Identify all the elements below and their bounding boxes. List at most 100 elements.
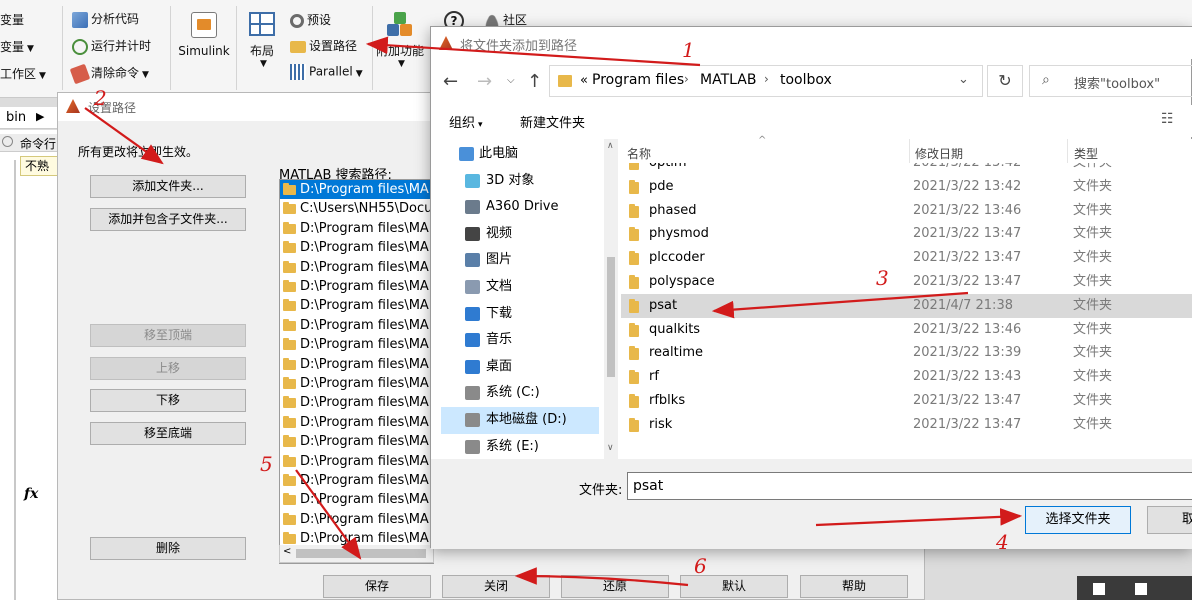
navigation-tree[interactable]: 此电脑 3D 对象 A360 Drive 视频 图片 文档 下载 音乐 桌面 系统 (C:) 本地磁…	[441, 139, 604, 459]
revert-button[interactable]: 还原	[561, 575, 669, 598]
search-path-list[interactable]: D:\Program files\MA C:\Users\NH55\Docu D:\…	[279, 179, 434, 564]
path-list-item[interactable]: D:\Program files\MA	[280, 413, 433, 432]
chevron-down-icon[interactable]: ⌄	[958, 72, 969, 87]
breadcrumb-program-files[interactable]: Program files	[592, 72, 684, 88]
new-folder-button[interactable]: 新建文件夹	[520, 112, 585, 131]
current-folder-bar[interactable]: bin ▶	[0, 107, 60, 129]
file-row[interactable]: optim 2021/3/22 13:42 文件夹	[621, 163, 1192, 175]
path-list-item[interactable]: D:\Program files\MA	[280, 316, 433, 335]
select-folder-button[interactable]: 选择文件夹	[1025, 506, 1131, 534]
tree-item[interactable]: A360 Drive	[441, 194, 599, 221]
move-down-button[interactable]: 下移	[90, 389, 246, 412]
move-to-bottom-button[interactable]: 移至底端	[90, 422, 246, 445]
tree-item[interactable]: 视频	[441, 221, 599, 248]
add-with-subfolders-button[interactable]: 添加并包含子文件夹...	[90, 208, 246, 231]
file-list[interactable]: optim 2021/3/22 13:42 文件夹 pde 2021/3/22 13:4…	[621, 163, 1192, 459]
analyze-code-button[interactable]: 分析代码	[72, 10, 139, 28]
tree-item[interactable]: 系统 (E:)	[441, 434, 599, 459]
back-arrow-icon[interactable]: ←	[443, 71, 458, 92]
run-and-time-button[interactable]: 运行并计时	[72, 37, 151, 55]
file-name: psat	[649, 297, 678, 313]
app-icon[interactable]	[1135, 583, 1147, 595]
search-box[interactable]: ⌕ 搜索"toolbox"	[1029, 65, 1192, 97]
file-row[interactable]: qualkits 2021/3/22 13:46 文件夹	[621, 318, 1192, 342]
path-list-item[interactable]: D:\Program files\MA	[280, 452, 433, 471]
recent-locations-icon[interactable]: ⌵	[507, 75, 515, 86]
save-button[interactable]: 保存	[323, 575, 431, 598]
workspace-dropdown[interactable]: 工作区 ▼	[0, 65, 46, 82]
tree-item[interactable]: 桌面	[441, 354, 599, 381]
file-row[interactable]: rf 2021/3/22 13:43 文件夹	[621, 365, 1192, 389]
path-list-item[interactable]: D:\Program files\MA	[280, 432, 433, 451]
picker-titlebar[interactable]: 将文件夹添加到路径	[431, 27, 1192, 59]
path-list-item[interactable]: D:\Program files\MA	[280, 471, 433, 490]
folder-input[interactable]: psat	[627, 472, 1192, 500]
breadcrumb[interactable]: « Program files › MATLAB › toolbox ⌄	[549, 65, 983, 97]
variable-button[interactable]: 变量	[0, 11, 24, 28]
tree-item[interactable]: 3D 对象	[441, 168, 599, 195]
column-date[interactable]: 修改日期	[915, 145, 963, 162]
file-row[interactable]: realtime 2021/3/22 13:39 文件夹	[621, 341, 1192, 365]
path-list-item[interactable]: D:\Program files\MA	[280, 180, 433, 200]
file-row[interactable]: physmod 2021/3/22 13:47 文件夹	[621, 222, 1192, 246]
tree-item[interactable]: 图片	[441, 247, 599, 274]
file-row[interactable]: rfblks 2021/3/22 13:47 文件夹	[621, 389, 1192, 413]
app-icon[interactable]	[1093, 583, 1105, 595]
path-list-item[interactable]: D:\Program files\MA	[280, 374, 433, 393]
layout-dropdown[interactable]: 布局 ▼	[244, 12, 280, 69]
tree-item[interactable]: 下载	[441, 301, 599, 328]
breadcrumb-overflow[interactable]: «	[580, 73, 588, 88]
forward-arrow-icon[interactable]: →	[477, 71, 492, 92]
view-options-icon[interactable]: ☷	[1161, 111, 1174, 127]
path-list-item[interactable]: D:\Program files\MA	[280, 355, 433, 374]
tree-item[interactable]: 系统 (C:)	[441, 380, 599, 407]
add-ons-dropdown[interactable]: 附加功能 ▼	[376, 12, 424, 69]
file-row[interactable]: plccoder 2021/3/22 13:47 文件夹	[621, 246, 1192, 270]
file-row[interactable]: psat 2021/4/7 21:38 文件夹	[621, 293, 1192, 318]
path-list-item[interactable]: D:\Program files\MA	[280, 258, 433, 277]
cancel-button[interactable]: 取	[1147, 506, 1192, 534]
file-row[interactable]: risk 2021/3/22 13:47 文件夹	[621, 413, 1192, 437]
clear-commands-dropdown[interactable]: 清除命令 ▼	[69, 63, 149, 84]
preferences-button[interactable]: 预设	[290, 11, 331, 28]
column-name[interactable]: 名称	[627, 145, 651, 162]
refresh-icon[interactable]: ↻	[987, 65, 1023, 97]
scroll-thumb[interactable]	[607, 257, 615, 377]
remove-button[interactable]: 删除	[90, 537, 246, 560]
tree-item[interactable]: 文档	[441, 274, 599, 301]
path-list-hscrollbar[interactable]: <	[279, 545, 434, 563]
move-up-button[interactable]: 上移	[90, 357, 246, 380]
set-path-button[interactable]: 设置路径	[290, 37, 357, 54]
add-folder-button[interactable]: 添加文件夹...	[90, 175, 246, 198]
path-list-item[interactable]: D:\Program files\MA	[280, 490, 433, 509]
file-row[interactable]: pde 2021/3/22 13:42 文件夹	[621, 175, 1192, 199]
path-list-item[interactable]: D:\Program files\MA	[280, 510, 433, 529]
tree-scrollbar[interactable]: ∧ ∨	[604, 139, 618, 459]
file-row[interactable]: polyspace 2021/3/22 13:47 文件夹	[621, 270, 1192, 294]
variable-dropdown[interactable]: 变量 ▼	[0, 38, 34, 55]
path-list-item[interactable]: D:\Program files\MA	[280, 296, 433, 315]
path-list-item[interactable]: C:\Users\NH55\Docu	[280, 199, 433, 218]
move-to-top-button[interactable]: 移至顶端	[90, 324, 246, 347]
path-list-item[interactable]: D:\Program files\MA	[280, 219, 433, 238]
path-list-item[interactable]: D:\Program files\MA	[280, 335, 433, 354]
column-type[interactable]: 类型	[1074, 145, 1098, 162]
up-arrow-icon[interactable]: ↑	[527, 71, 542, 92]
organize-dropdown[interactable]: 组织 ▾	[449, 112, 483, 131]
scroll-thumb[interactable]	[296, 549, 426, 558]
path-list-item[interactable]: D:\Program files\MA	[280, 238, 433, 257]
command-window-tab[interactable]: 命令行	[0, 134, 60, 152]
breadcrumb-matlab[interactable]: MATLAB	[700, 72, 756, 88]
help-button[interactable]: 帮助	[800, 575, 908, 598]
path-list-item[interactable]: D:\Program files\MA	[280, 393, 433, 412]
path-list-item[interactable]: D:\Program files\MA	[280, 277, 433, 296]
file-row[interactable]: phased 2021/3/22 13:46 文件夹	[621, 199, 1192, 223]
parallel-dropdown[interactable]: Parallel ▼	[290, 64, 363, 80]
default-button[interactable]: 默认	[680, 575, 788, 598]
tree-item[interactable]: 此电脑	[441, 141, 599, 168]
simulink-button[interactable]: Simulink	[178, 12, 230, 58]
tree-item[interactable]: 本地磁盘 (D:)	[441, 407, 599, 434]
close-button[interactable]: 关闭	[442, 575, 550, 598]
breadcrumb-toolbox[interactable]: toolbox	[780, 72, 832, 88]
tree-item[interactable]: 音乐	[441, 327, 599, 354]
